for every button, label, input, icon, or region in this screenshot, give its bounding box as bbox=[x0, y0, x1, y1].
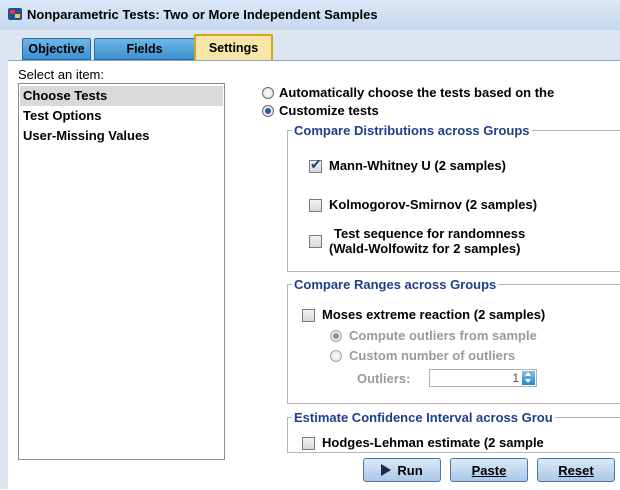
moses-label: Moses extreme reaction (2 samples) bbox=[322, 307, 546, 322]
test-sequence-checkbox[interactable] bbox=[309, 235, 322, 248]
mann-whitney-checkbox[interactable] bbox=[309, 157, 322, 173]
tab-settings[interactable]: Settings bbox=[194, 34, 273, 60]
kolmogorov-label: Kolmogorov-Smirnov (2 samples) bbox=[329, 197, 538, 212]
compare-distributions-title: Compare Distributions across Groups bbox=[292, 123, 532, 138]
spinner-arrows-icon[interactable] bbox=[522, 371, 535, 385]
select-item-label: Select an item: bbox=[18, 67, 104, 82]
outliers-label: Outliers: bbox=[357, 371, 411, 386]
list-item-choose-tests[interactable]: Choose Tests bbox=[20, 86, 223, 106]
compute-outliers-radio[interactable] bbox=[330, 330, 342, 342]
auto-choose-radio[interactable] bbox=[262, 87, 274, 99]
run-button[interactable]: Run bbox=[363, 458, 441, 482]
window-title: Nonparametric Tests: Two or More Indepen… bbox=[27, 7, 378, 22]
app-icon bbox=[8, 8, 22, 20]
tab-fields[interactable]: Fields bbox=[94, 38, 195, 60]
item-list: Choose Tests Test Options User-Missing V… bbox=[18, 83, 225, 460]
estimate-ci-title: Estimate Confidence Interval across Grou bbox=[292, 410, 555, 425]
list-item-test-options[interactable]: Test Options bbox=[20, 106, 223, 126]
customize-tests-label: Customize tests bbox=[279, 103, 379, 118]
outliers-value: 1 bbox=[512, 371, 519, 385]
run-button-label: Run bbox=[397, 463, 423, 478]
custom-outliers-radio[interactable] bbox=[330, 350, 342, 362]
custom-outliers-label: Custom number of outliers bbox=[349, 348, 516, 363]
auto-choose-label: Automatically choose the tests based on … bbox=[279, 85, 555, 100]
moses-checkbox[interactable] bbox=[302, 309, 315, 322]
compute-outliers-label: Compute outliers from sample bbox=[349, 328, 537, 343]
list-item-user-missing-values[interactable]: User-Missing Values bbox=[20, 126, 223, 146]
reset-button[interactable]: Reset bbox=[537, 458, 615, 482]
test-sequence-label-line1: Test sequence for randomness bbox=[334, 226, 526, 241]
kolmogorov-checkbox[interactable] bbox=[309, 199, 322, 212]
customize-tests-radio[interactable] bbox=[262, 105, 274, 117]
hodges-lehman-label: Hodges-Lehman estimate (2 sample bbox=[322, 435, 544, 450]
hodges-lehman-checkbox[interactable] bbox=[302, 437, 315, 450]
compare-ranges-title: Compare Ranges across Groups bbox=[292, 277, 499, 292]
outliers-stepper[interactable]: 1 bbox=[429, 369, 537, 387]
test-sequence-label-line2: (Wald-Wolfowitz for 2 samples) bbox=[329, 241, 521, 256]
paste-button[interactable]: Paste bbox=[450, 458, 528, 482]
tab-objective[interactable]: Objective bbox=[22, 38, 91, 60]
mann-whitney-label: Mann-Whitney U (2 samples) bbox=[329, 158, 506, 173]
